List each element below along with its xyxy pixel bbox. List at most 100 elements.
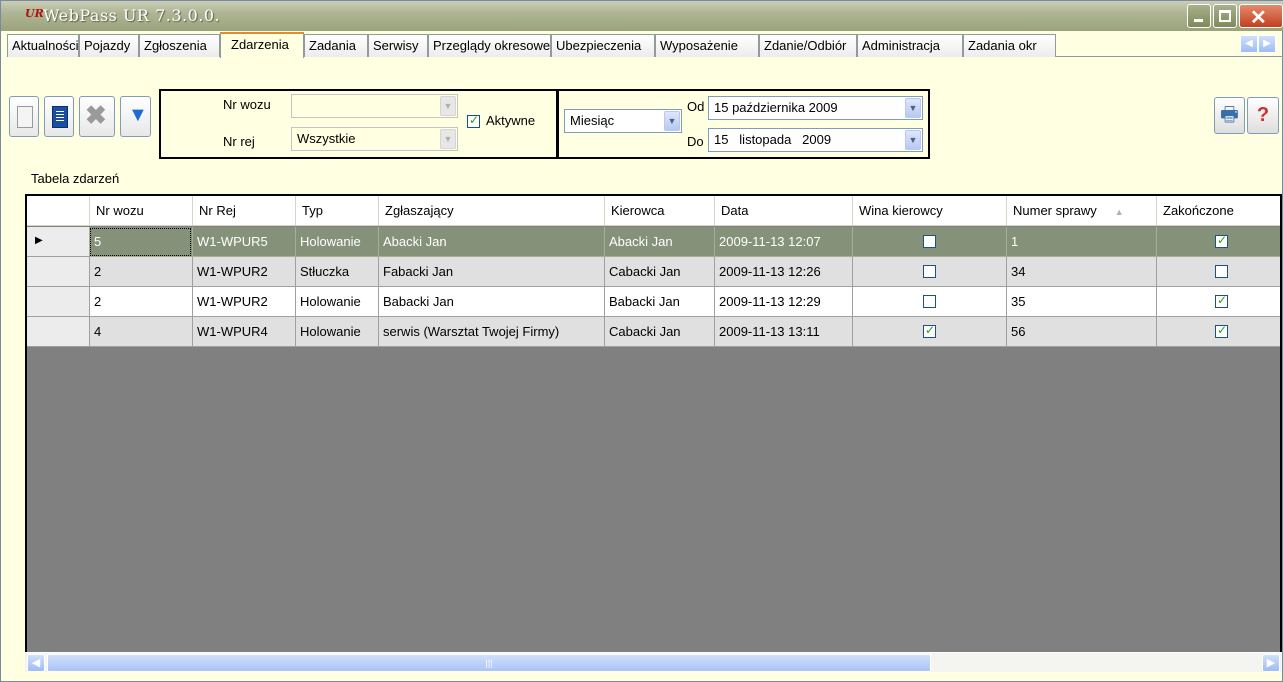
close-icon: ✕ (1250, 7, 1267, 29)
column-header-nr-wozu[interactable]: Nr wozu (89, 196, 192, 226)
nr-rej-label: Nr rej (223, 134, 255, 149)
cell-zglaszajacy[interactable]: Fabacki Jan (378, 257, 604, 287)
tab-przeglady-okresowe[interactable]: Przeglądy okresowe (428, 34, 551, 57)
chevron-down-icon[interactable]: ▼ (664, 111, 680, 131)
tab-aktualnosci[interactable]: Aktualności (7, 34, 79, 57)
row-header[interactable]: ▶ (27, 227, 89, 257)
tab-scroll-right-icon[interactable]: ▶ (1258, 35, 1276, 53)
cell-nr-rej[interactable]: W1-WPUR5 (192, 227, 295, 257)
scroll-left-icon[interactable]: ◀ (27, 654, 45, 672)
edit-button[interactable] (44, 96, 74, 137)
wina-kierowcy-checkbox[interactable] (923, 323, 936, 338)
date-to-picker[interactable]: 15 listopada 2009 ▼ (708, 128, 923, 152)
cell-nr-rej[interactable]: W1-WPUR2 (192, 257, 295, 287)
wina-kierowcy-checkbox[interactable] (923, 295, 936, 308)
table-row[interactable]: 2 W1-WPUR2 Holowanie Babacki Jan Babacki Jan… (27, 287, 1280, 317)
cell-nr-wozu[interactable]: 5 (89, 227, 192, 257)
tab-serwisy[interactable]: Serwisy (368, 34, 428, 57)
new-button[interactable] (9, 96, 39, 137)
tab-pojazdy[interactable]: Pojazdy (79, 34, 139, 57)
cell-nr-wozu[interactable]: 2 (89, 257, 192, 287)
cell-data[interactable]: 2009-11-13 12:26 (714, 257, 852, 287)
scroll-right-icon[interactable]: ▶ (1262, 654, 1280, 672)
chevron-down-icon[interactable]: ▼ (440, 129, 456, 149)
chevron-down-icon[interactable]: ▼ (905, 98, 921, 118)
tab-zdarzenia[interactable]: Zdarzenia (220, 32, 304, 58)
cell-numer-sprawy[interactable]: 56 (1006, 317, 1156, 347)
nr-rej-select[interactable]: Wszystkie ▼ (291, 127, 458, 151)
tab-ubezpieczenia[interactable]: Ubezpieczenia (551, 34, 655, 57)
cell-data[interactable]: 2009-11-13 12:07 (714, 227, 852, 257)
column-header-wina-kierowcy[interactable]: Wina kierowcy (852, 196, 1006, 226)
horizontal-scrollbar[interactable]: ◀ ||| ▶ (25, 652, 1282, 672)
tab-scroll-left-icon[interactable]: ◀ (1240, 35, 1258, 53)
cell-nr-wozu[interactable]: 2 (89, 287, 192, 317)
cell-nr-rej[interactable]: W1-WPUR2 (192, 287, 295, 317)
cell-nr-rej[interactable]: W1-WPUR4 (192, 317, 295, 347)
table-row[interactable]: ▶ 5 W1-WPUR5 Holowanie Abacki Jan Abacki Jan 2… (27, 227, 1280, 257)
row-header[interactable] (27, 317, 89, 347)
cell-wina-kierowcy (852, 227, 1006, 257)
zakonczone-checkbox[interactable] (1215, 323, 1228, 338)
aktywne-checkbox[interactable] (467, 113, 480, 128)
column-header-numer-sprawy[interactable]: Numer sprawy ▲ (1006, 196, 1156, 226)
title-bar[interactable]: UR WebPass UR 7.3.0.0. ✕ (1, 1, 1283, 31)
cell-typ[interactable]: Holowanie (295, 317, 378, 347)
cell-typ[interactable]: Stłuczka (295, 257, 378, 287)
wina-kierowcy-checkbox[interactable] (923, 265, 936, 278)
print-button[interactable]: 🖶 (1214, 97, 1245, 134)
tab-zdanie-odbior[interactable]: Zdanie/Odbiór (759, 34, 857, 57)
cell-data[interactable]: 2009-11-13 12:29 (714, 287, 852, 317)
wina-kierowcy-checkbox[interactable] (923, 235, 936, 248)
cell-typ[interactable]: Holowanie (295, 287, 378, 317)
table-caption: Tabela zdarzeń (31, 171, 120, 186)
column-header-data[interactable]: Data (714, 196, 852, 226)
date-from-picker[interactable]: 15 października 2009 ▼ (708, 96, 923, 120)
zakonczone-checkbox[interactable] (1215, 265, 1228, 278)
cell-kierowca[interactable]: Abacki Jan (604, 227, 714, 257)
cell-nr-wozu[interactable]: 4 (89, 317, 192, 347)
cell-numer-sprawy[interactable]: 35 (1006, 287, 1156, 317)
tab-zgloszenia[interactable]: Zgłoszenia (139, 34, 220, 57)
column-header-nr-rej[interactable]: Nr Rej (192, 196, 295, 226)
close-button[interactable]: ✕ (1239, 4, 1283, 29)
table-row[interactable]: 2 W1-WPUR2 Stłuczka Fabacki Jan Cabacki Jan 2… (27, 257, 1280, 287)
cell-zglaszajacy[interactable]: serwis (Warsztat Twojej Firmy) (378, 317, 604, 347)
minimize-button[interactable] (1187, 4, 1211, 28)
help-button[interactable]: ? (1247, 97, 1279, 134)
window-title: WebPass UR 7.3.0.0. (43, 6, 221, 25)
maximize-button[interactable] (1213, 4, 1237, 28)
column-header-zglaszajacy[interactable]: Zgłaszający (378, 196, 604, 226)
cell-zglaszajacy[interactable]: Abacki Jan (378, 227, 604, 257)
cell-numer-sprawy[interactable]: 1 (1006, 227, 1156, 257)
tab-administracja[interactable]: Administracja (857, 34, 963, 57)
chevron-down-icon[interactable]: ▼ (440, 96, 456, 116)
period-select[interactable]: Miesiąc ▼ (564, 109, 682, 133)
chevron-down-icon[interactable]: ▼ (905, 130, 921, 150)
cell-wina-kierowcy (852, 287, 1006, 317)
cell-data[interactable]: 2009-11-13 13:11 (714, 317, 852, 347)
column-header-zakonczone[interactable]: Zakończone (1156, 196, 1280, 226)
row-header[interactable] (27, 287, 89, 317)
cell-zglaszajacy[interactable]: Babacki Jan (378, 287, 604, 317)
cell-kierowca[interactable]: Cabacki Jan (604, 317, 714, 347)
scroll-thumb[interactable]: ||| (47, 654, 931, 672)
column-header-kierowca[interactable]: Kierowca (604, 196, 714, 226)
tab-zadania-okresowe[interactable]: Zadania okr (963, 34, 1056, 57)
cell-numer-sprawy[interactable]: 34 (1006, 257, 1156, 287)
zakonczone-checkbox[interactable] (1215, 233, 1228, 248)
delete-button[interactable]: ✖ (79, 96, 115, 137)
app-window: UR WebPass UR 7.3.0.0. ✕ Aktualności Poj… (0, 0, 1283, 682)
zakonczone-checkbox[interactable] (1215, 293, 1228, 308)
table-row[interactable]: 4 W1-WPUR4 Holowanie serwis (Warsztat Twoje… (27, 317, 1280, 347)
nr-wozu-select[interactable]: ▼ (291, 94, 458, 118)
row-header[interactable] (27, 257, 89, 287)
column-header-typ[interactable]: Typ (295, 196, 378, 226)
cell-kierowca[interactable]: Cabacki Jan (604, 257, 714, 287)
cell-kierowca[interactable]: Babacki Jan (604, 287, 714, 317)
cell-typ[interactable]: Holowanie (295, 227, 378, 257)
row-header-corner (27, 196, 89, 226)
filter-button[interactable]: ▼ (120, 96, 151, 137)
tab-zadania[interactable]: Zadania (304, 34, 368, 57)
tab-wyposazenie[interactable]: Wyposażenie (655, 34, 759, 57)
